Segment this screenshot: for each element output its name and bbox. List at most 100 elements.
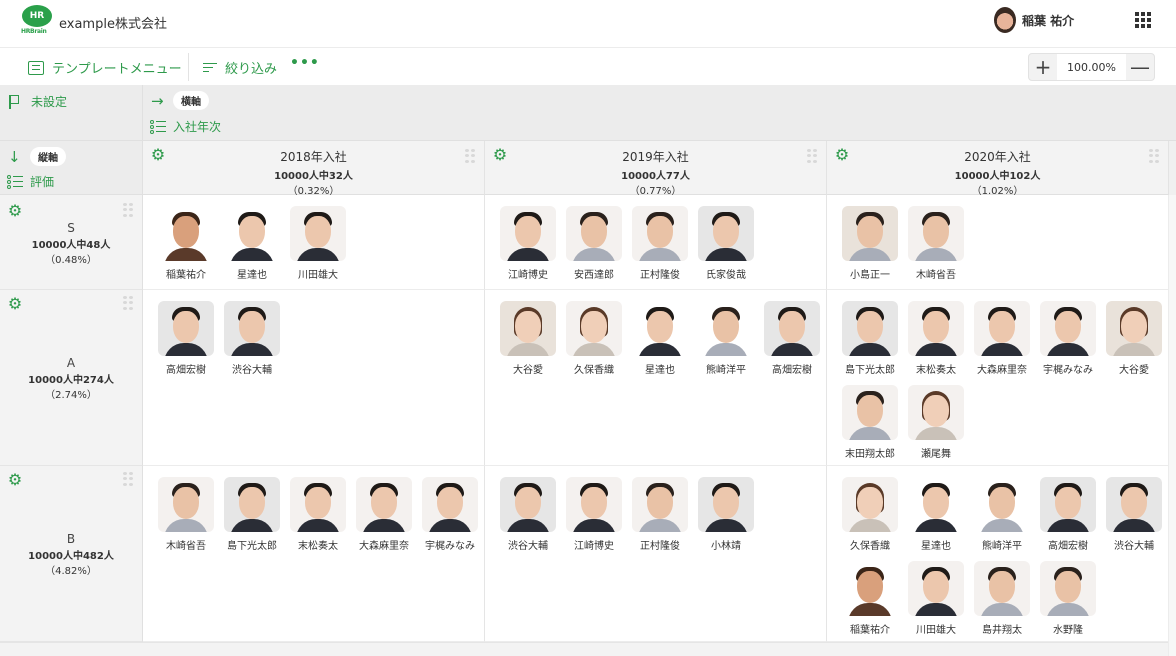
employee-card[interactable]: 正村隆俊 xyxy=(627,206,693,290)
employee-photo xyxy=(290,477,346,532)
employee-card[interactable]: 大谷愛 xyxy=(1101,301,1167,385)
more-options-button[interactable]: ••• xyxy=(290,55,320,71)
drag-handle-icon[interactable] xyxy=(807,149,817,163)
employee-name: 高畑宏樹 xyxy=(772,365,812,376)
employee-photo xyxy=(908,385,964,440)
zoom-out-button[interactable]: — xyxy=(1126,54,1154,80)
employee-card[interactable]: 小島正一 xyxy=(837,206,903,290)
employee-card[interactable]: 久保香織 xyxy=(561,301,627,385)
employee-card[interactable]: 渋谷大輔 xyxy=(219,301,285,385)
employee-card[interactable]: 正村隆俊 xyxy=(627,477,693,561)
employee-name: 島下光太郎 xyxy=(227,541,277,552)
app-grid-icon[interactable] xyxy=(1135,12,1151,28)
gear-icon[interactable]: ⚙ xyxy=(7,203,23,219)
employee-card[interactable]: 安西達郎 xyxy=(561,206,627,290)
column-count: 10000人中102人 xyxy=(954,171,1041,182)
gear-icon[interactable]: ⚙ xyxy=(492,147,508,163)
user-menu[interactable]: 稲葉 祐介 xyxy=(994,7,1074,33)
toolbar: テンプレートメニュー 絞り込み ••• xyxy=(0,49,1176,85)
employee-card[interactable]: 久保香織 xyxy=(837,477,903,561)
top-bar: HR HRBrain example株式会社 稲葉 祐介 xyxy=(0,0,1176,48)
drag-handle-icon[interactable] xyxy=(123,203,133,217)
employee-photo xyxy=(422,477,478,532)
employee-card[interactable]: 熊崎洋平 xyxy=(969,477,1035,561)
employee-photo xyxy=(974,301,1030,356)
employee-card[interactable]: 木崎省吾 xyxy=(153,477,219,561)
employee-name: 熊崎洋平 xyxy=(706,365,746,376)
employee-card[interactable]: 末松奏太 xyxy=(285,477,351,561)
template-menu-button[interactable]: テンプレートメニュー xyxy=(28,58,182,77)
horizontal-axis-field[interactable]: 入社年次 xyxy=(150,118,221,135)
gear-icon[interactable]: ⚙ xyxy=(7,296,23,312)
zoom-control: + 100.00% — xyxy=(1028,53,1155,81)
employee-card[interactable]: 水野隆 xyxy=(1035,561,1101,645)
employee-card[interactable]: 熊崎洋平 xyxy=(693,301,759,385)
employee-card[interactable]: 島下光太郎 xyxy=(837,301,903,385)
employee-name: 久保香織 xyxy=(574,365,614,376)
drag-handle-icon[interactable] xyxy=(465,149,475,163)
filter-button[interactable]: 絞り込み xyxy=(203,58,277,77)
vertical-axis-field-label: 評価 xyxy=(30,175,55,189)
employee-name: 宇梶みなみ xyxy=(425,541,475,552)
employee-photo xyxy=(974,561,1030,616)
unset-area[interactable]: 未設定 xyxy=(0,85,143,141)
drag-handle-icon[interactable] xyxy=(123,296,133,310)
employee-card[interactable]: 木崎省吾 xyxy=(903,206,969,290)
employee-card[interactable]: 渋谷大輔 xyxy=(1101,477,1167,561)
employee-name: 末松奏太 xyxy=(916,365,956,376)
employee-photo xyxy=(842,301,898,356)
employee-photo xyxy=(842,385,898,440)
logo-brand: HRBrain xyxy=(21,28,47,35)
vertical-axis-field[interactable]: 評価 xyxy=(7,173,54,190)
drag-handle-icon[interactable] xyxy=(123,472,133,486)
next-row-peek xyxy=(0,642,1176,656)
employee-card[interactable]: 瀬尾舞 xyxy=(903,385,969,469)
gear-icon[interactable]: ⚙ xyxy=(7,472,23,488)
employee-card[interactable]: 星達也 xyxy=(627,301,693,385)
column-header: ⚙ 2019年入社 10000人77人 （0.77%） xyxy=(485,141,827,197)
drag-handle-icon[interactable] xyxy=(1149,149,1159,163)
employee-card[interactable]: 末松奏太 xyxy=(903,301,969,385)
column-count: 10000人中32人 xyxy=(274,171,353,182)
zoom-in-button[interactable]: + xyxy=(1029,54,1057,80)
employee-photo xyxy=(908,477,964,532)
employee-card[interactable]: 江崎博史 xyxy=(561,477,627,561)
gear-icon[interactable]: ⚙ xyxy=(834,147,850,163)
employee-photo xyxy=(290,206,346,261)
employee-card[interactable]: 高畑宏樹 xyxy=(1035,477,1101,561)
employee-card[interactable]: 稲葉祐介 xyxy=(837,561,903,645)
employee-name: 宇梶みなみ xyxy=(1043,365,1093,376)
employee-card[interactable]: 氏家俊哉 xyxy=(693,206,759,290)
column-title: 2020年入社 xyxy=(964,150,1031,164)
employee-card[interactable]: 星達也 xyxy=(903,477,969,561)
employee-card[interactable]: 川田雄大 xyxy=(903,561,969,645)
employee-photo xyxy=(698,477,754,532)
employee-card[interactable]: 大森麻里奈 xyxy=(351,477,417,561)
employee-card[interactable]: 末田翔太郎 xyxy=(837,385,903,469)
employee-name: 末田翔太郎 xyxy=(845,449,895,460)
employee-card[interactable]: 宇梶みなみ xyxy=(1035,301,1101,385)
employee-card[interactable]: 大谷愛 xyxy=(495,301,561,385)
template-menu-label: テンプレートメニュー xyxy=(52,62,182,77)
employee-card[interactable]: 高畑宏樹 xyxy=(153,301,219,385)
gear-icon[interactable]: ⚙ xyxy=(150,147,166,163)
employee-card[interactable]: 宇梶みなみ xyxy=(417,477,483,561)
employee-card[interactable]: 渋谷大輔 xyxy=(495,477,561,561)
employee-photo xyxy=(698,206,754,261)
employee-card[interactable]: 島井翔太 xyxy=(969,561,1035,645)
employee-card[interactable]: 大森麻里奈 xyxy=(969,301,1035,385)
employee-card[interactable]: 島下光太郎 xyxy=(219,477,285,561)
vertical-axis-pill: 縦軸 xyxy=(30,147,66,166)
row-header: ⚙ S 10000人中48人 （0.48%） xyxy=(0,195,143,290)
employee-card[interactable]: 川田雄大 xyxy=(285,206,351,290)
employee-card[interactable]: 稲葉祐介 xyxy=(153,206,219,290)
employee-card[interactable]: 高畑宏樹 xyxy=(759,301,825,385)
employee-name: 小林靖 xyxy=(711,541,741,552)
employee-card[interactable]: 小林靖 xyxy=(693,477,759,561)
employee-card[interactable]: 江崎博史 xyxy=(495,206,561,290)
vertical-scrollbar[interactable] xyxy=(1168,195,1176,656)
employee-photo xyxy=(1040,301,1096,356)
hrbrain-logo[interactable]: HR HRBrain xyxy=(21,5,53,37)
employee-card[interactable]: 星達也 xyxy=(219,206,285,290)
unset-label: 未設定 xyxy=(31,95,68,109)
